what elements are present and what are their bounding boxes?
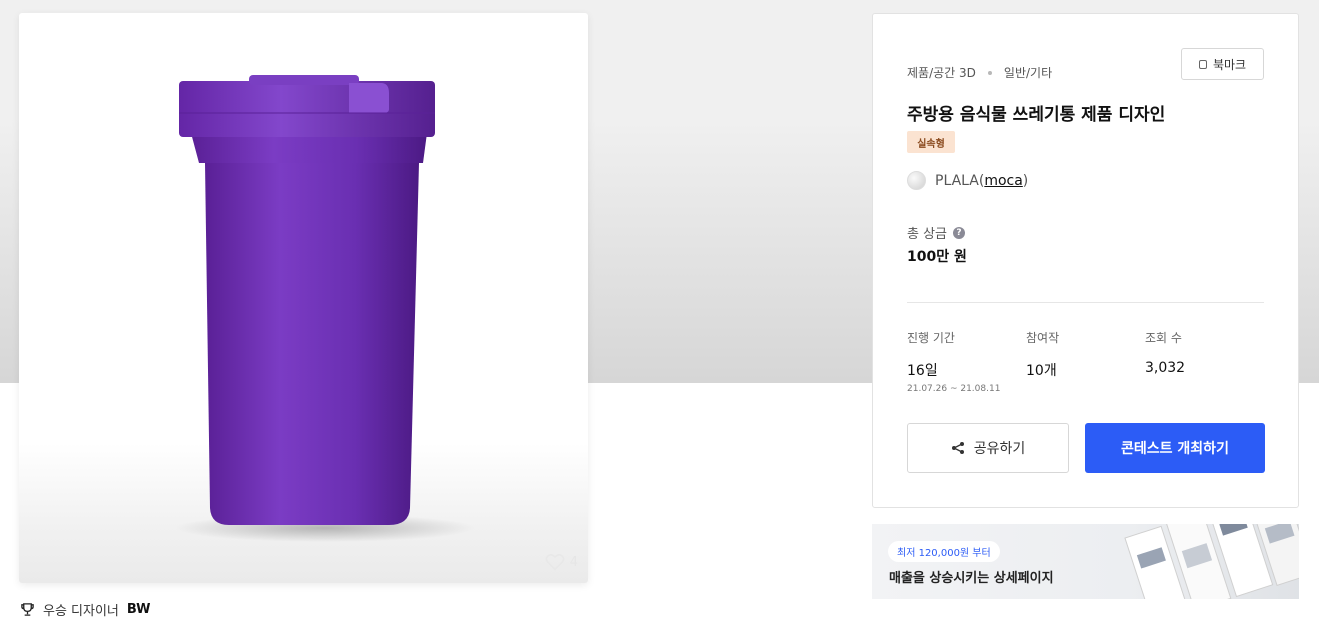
contest-title: 주방용 음식물 쓰레기통 제품 디자인 [907, 105, 1166, 125]
like-count: 4 [569, 554, 578, 570]
stat-value: 16일 [907, 363, 938, 379]
bookmark-button[interactable]: 북마크 [1181, 48, 1264, 80]
prize-value: 100만 원 [907, 249, 967, 265]
category-breadcrumb: 제품/공간 3D 일반/기타 [907, 64, 1052, 81]
share-icon [951, 442, 964, 454]
avatar [907, 171, 926, 190]
host-info: PLALA(moca) [907, 171, 1028, 190]
detail-page-mockups-image [1124, 524, 1299, 599]
stat-label: 참여작 [1026, 331, 1060, 345]
stat-date-range: 21.07.26 ~ 21.08.11 [907, 384, 1001, 394]
purple-container-image [175, 75, 475, 542]
separator-dot [987, 70, 992, 75]
stat-label: 진행 기간 [907, 331, 955, 345]
share-label: 공유하기 [973, 441, 1026, 457]
stat-entries: 참여작 10개 [1026, 329, 1059, 380]
like-button[interactable]: 4 [545, 553, 578, 571]
winner-designer: 우승 디자이너 BW [20, 600, 150, 619]
share-button[interactable]: 공유하기 [907, 423, 1069, 473]
designer-name[interactable]: BW [127, 602, 151, 617]
stat-views: 조회 수 3,032 [1145, 329, 1185, 376]
stat-label: 조회 수 [1145, 331, 1182, 345]
product-image-card[interactable]: 4 [19, 13, 588, 583]
bookmark-icon [1198, 59, 1207, 69]
promo-price-pill: 최저 120,000원 부터 [888, 541, 1000, 562]
category-sub[interactable]: 일반/기타 [1004, 64, 1052, 81]
contest-info-card: 제품/공간 3D 일반/기타 북마크 주방용 음식물 쓰레기통 제품 디자인 실… [872, 13, 1299, 508]
stat-value: 10개 [1026, 363, 1057, 379]
bookmark-label: 북마크 [1212, 57, 1247, 72]
prize-label-row: 총 상금 ? [907, 223, 966, 242]
prize-label: 총 상금 [907, 227, 948, 242]
stat-duration: 진행 기간 16일 21.07.26 ~ 21.08.11 [907, 329, 1000, 394]
trophy-icon [21, 603, 34, 616]
host-contest-button[interactable]: 콘테스트 개최하기 [1085, 423, 1265, 473]
heart-icon [545, 554, 565, 571]
help-icon[interactable]: ? [953, 226, 966, 239]
host-handle-link[interactable]: moca [984, 173, 1022, 189]
award-label: 우승 디자이너 [43, 604, 119, 619]
category-main[interactable]: 제품/공간 3D [907, 64, 976, 81]
stat-value: 3,032 [1145, 360, 1186, 376]
promo-banner[interactable]: 최저 120,000원 부터 매출을 상승시키는 상세페이지 [872, 524, 1299, 599]
promo-headline: 매출을 상승시키는 상세페이지 [889, 571, 1054, 586]
divider [907, 302, 1264, 303]
host-name: PLALA [935, 172, 979, 189]
tier-badge: 실속형 [907, 131, 955, 153]
